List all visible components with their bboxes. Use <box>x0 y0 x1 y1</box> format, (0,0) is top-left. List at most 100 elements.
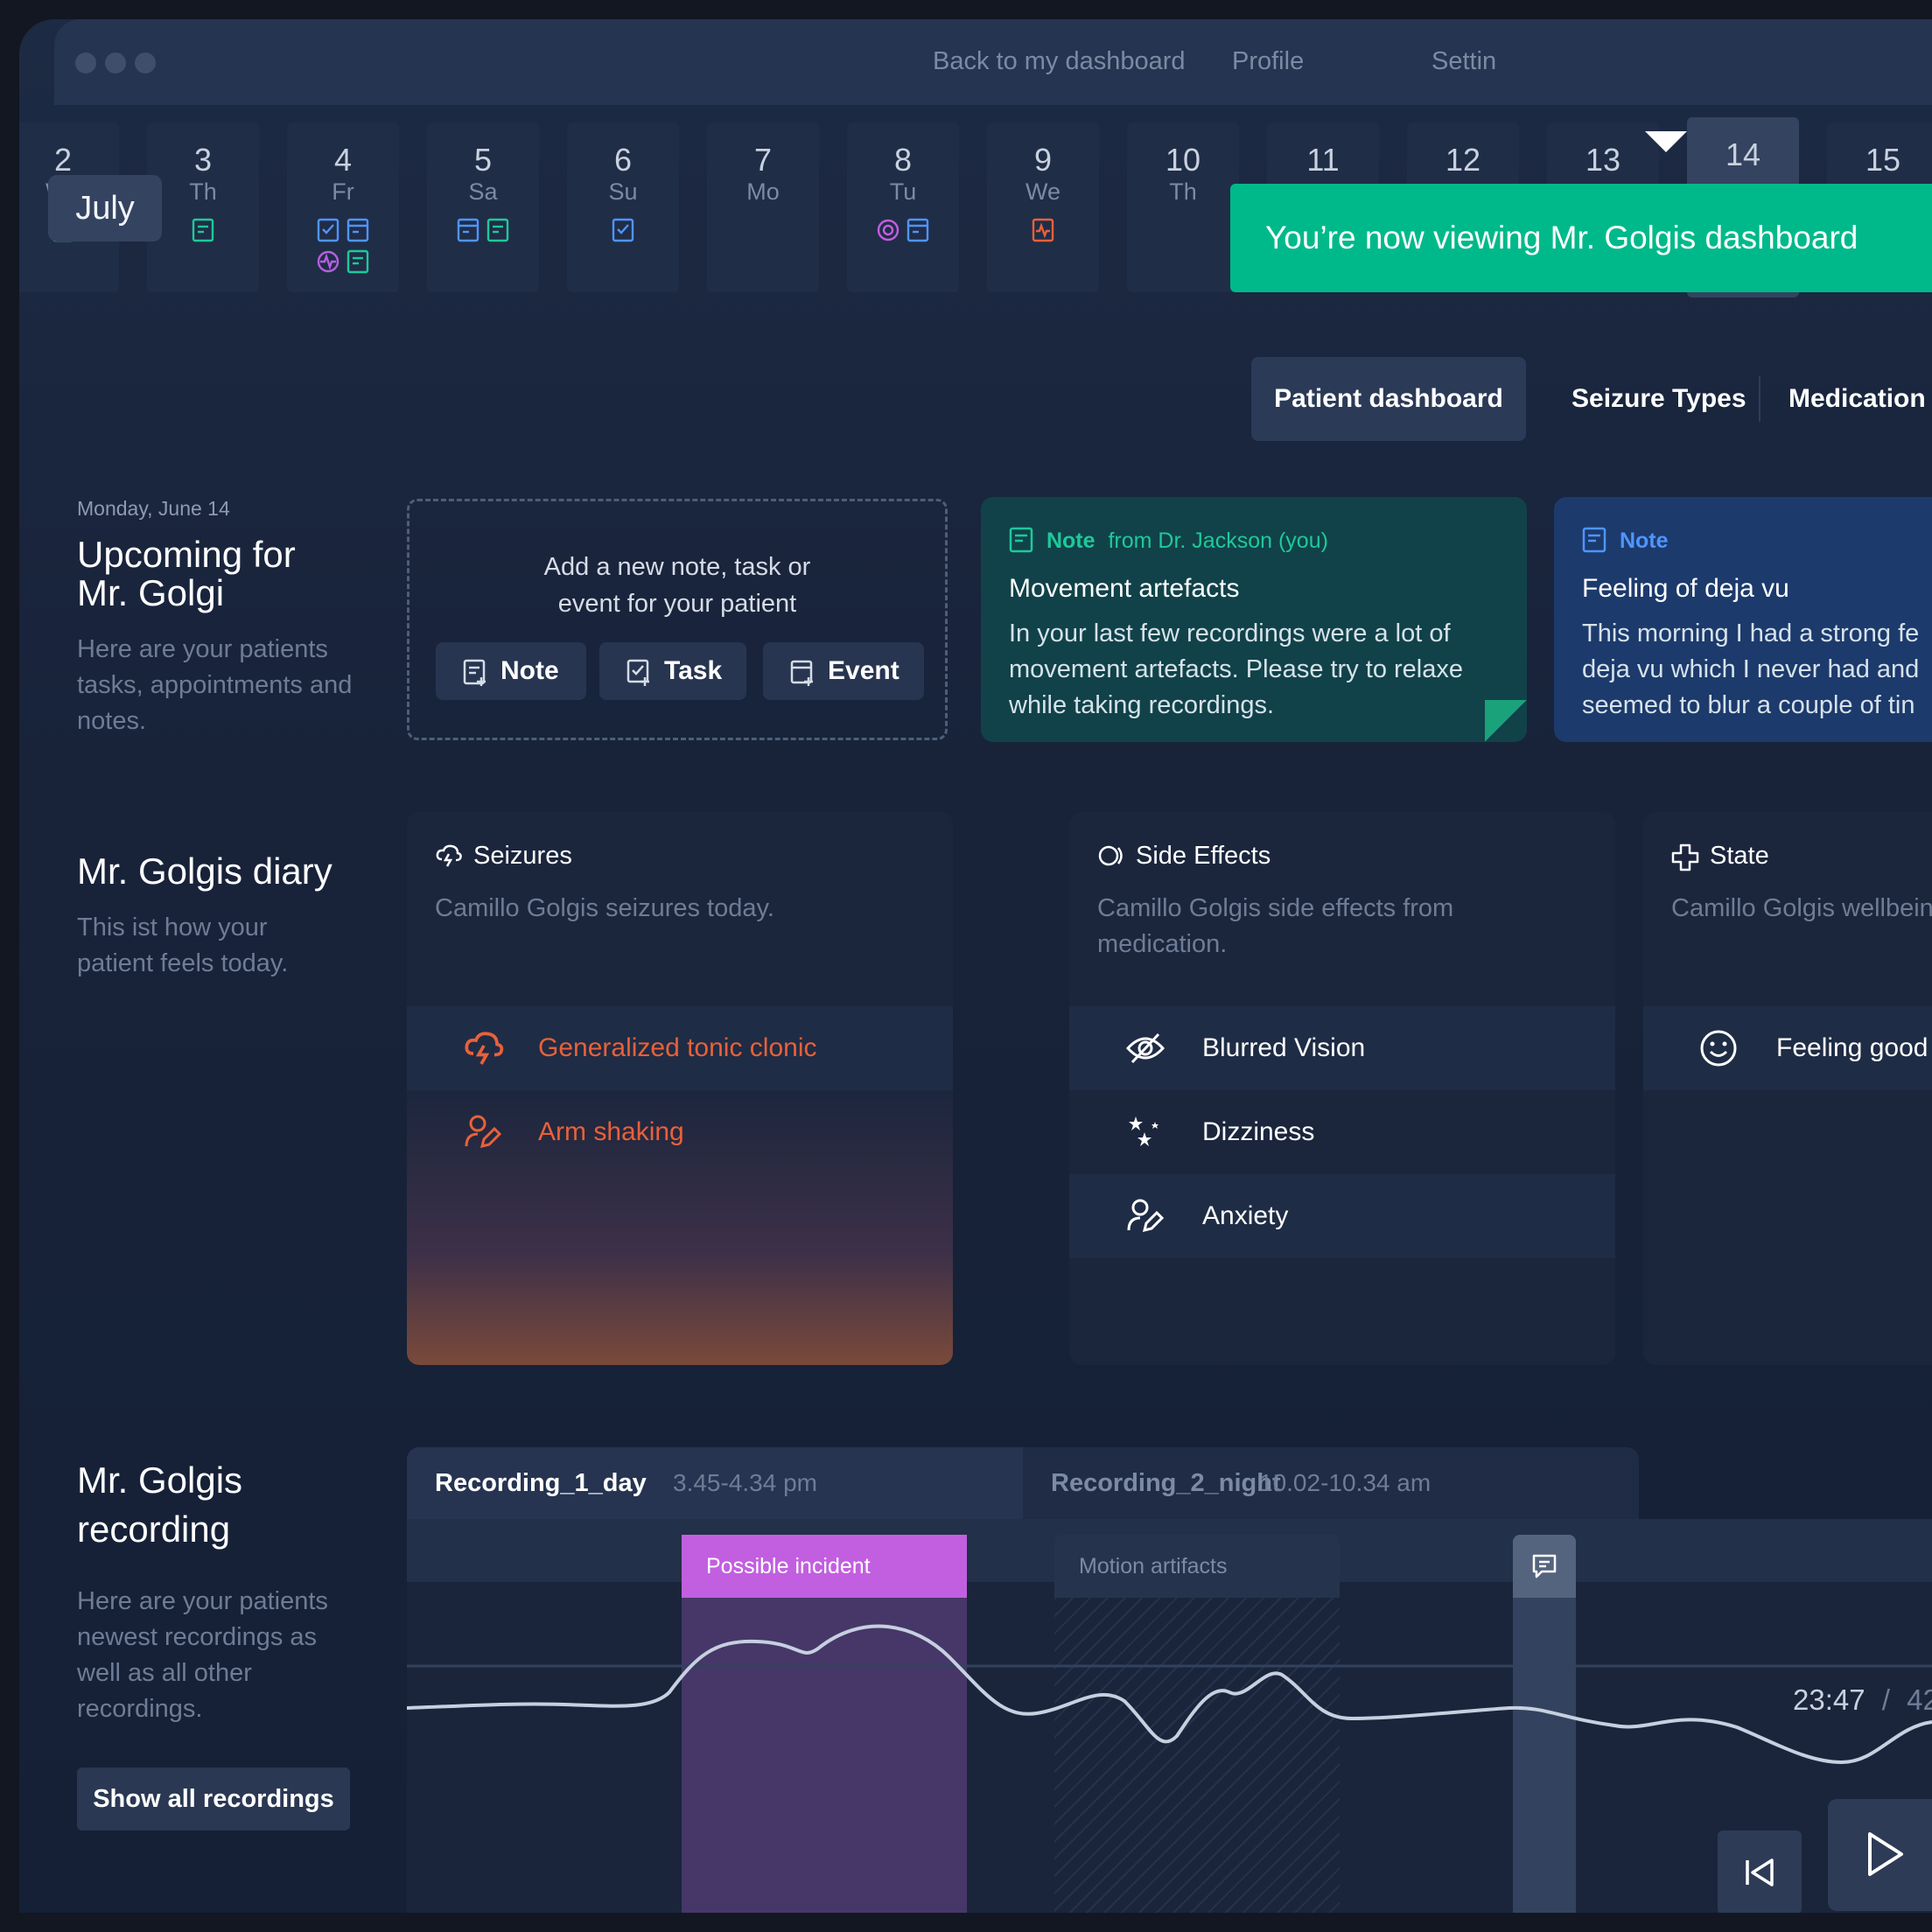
recording-time: 10.02-10.34 am <box>1259 1469 1432 1496</box>
task-icon <box>612 218 634 242</box>
person-edit-icon <box>465 1115 501 1149</box>
event-icon <box>457 218 480 242</box>
side-effects-subtitle: Camillo Golgis side effects from medicat… <box>1097 894 1454 958</box>
day-icons <box>847 217 959 248</box>
calendar-day[interactable]: 5 Sa <box>427 122 539 292</box>
day-number: 3 <box>193 142 213 178</box>
recording-title: Mr. Golgis recording <box>77 1460 243 1550</box>
calendar-day[interactable]: 10 Th <box>1127 122 1239 292</box>
profile-link[interactable]: Profile <box>1232 47 1304 76</box>
window-dot-icon[interactable] <box>105 52 126 74</box>
day-number: 5 <box>473 142 493 178</box>
tab-recording-1[interactable]: Recording_1_day 3.45-4.34 pm <box>407 1447 1023 1519</box>
total-time: 42:3 <box>1907 1684 1932 1716</box>
day-number: 9 <box>1033 142 1053 178</box>
day-icons <box>147 217 259 248</box>
event-icon <box>346 218 369 242</box>
day-number: 12 <box>1445 142 1481 178</box>
settings-link[interactable]: Settin <box>1432 47 1496 76</box>
list-item[interactable]: Arm shaking <box>407 1090 953 1174</box>
upcoming-date: Monday, June 14 <box>77 497 230 520</box>
recording-name: Recording_2_night <box>1051 1469 1281 1497</box>
list-item[interactable]: Blurred Vision <box>1069 1006 1615 1090</box>
day-weekday: We <box>1025 178 1060 205</box>
day-number: 10 <box>1165 142 1201 178</box>
side-effect-label: Anxiety <box>1202 1201 1289 1230</box>
day-icons <box>567 217 679 248</box>
calendar-day[interactable]: 3 Th <box>147 122 259 292</box>
event-icon <box>906 218 929 242</box>
state-subtitle: Camillo Golgis wellbeing important facto… <box>1671 894 1932 922</box>
seizure-label: Arm shaking <box>538 1117 684 1146</box>
note-icon <box>192 218 214 242</box>
calendar-day[interactable]: 6 Su <box>567 122 679 292</box>
play-button[interactable] <box>1828 1799 1932 1911</box>
note-plus-icon <box>463 659 486 686</box>
seizures-card[interactable]: Seizures Camillo Golgis seizures today. … <box>407 812 953 1365</box>
day-number: 15 <box>1865 142 1901 178</box>
comment-icon <box>1532 1554 1557 1578</box>
event-plus-icon <box>790 660 813 686</box>
day-weekday: Fr <box>332 178 354 205</box>
day-number: 13 <box>1585 142 1621 178</box>
side-effects-card[interactable]: Side Effects Camillo Golgis side effects… <box>1069 812 1615 1365</box>
day-number: 8 <box>893 142 913 178</box>
day-number: 6 <box>613 142 633 178</box>
day-number: 2 <box>53 142 73 178</box>
upcoming-subtitle: Here are your patients tasks, appointmen… <box>77 635 353 735</box>
note-body: This morning I had a strong fe deja vu w… <box>1582 620 1920 719</box>
calendar-day[interactable]: 4 Fr <box>287 122 399 292</box>
list-item[interactable]: Generalized tonic clonic <box>407 1006 953 1090</box>
day-number: 7 <box>753 142 773 178</box>
show-all-recordings-button[interactable]: Show all recordings <box>77 1768 350 1830</box>
note-body: In your last few recordings were a lot o… <box>1009 620 1463 719</box>
note-header: Note from Dr. Jackson (you) <box>1009 527 1328 554</box>
add-task-button[interactable]: Task <box>599 642 746 700</box>
calendar-day[interactable]: 8 Tu <box>847 122 959 292</box>
add-event-button[interactable]: Event <box>763 642 924 700</box>
smiley-icon <box>1700 1030 1737 1067</box>
day-number: 11 <box>1306 142 1340 178</box>
list-item[interactable]: Anxiety <box>1069 1174 1615 1258</box>
calendar-day[interactable]: 7 Mo <box>707 122 819 292</box>
note-icon <box>486 218 509 242</box>
tab-medication[interactable]: Medication <box>1788 357 1926 441</box>
task-icon <box>317 218 340 242</box>
note-title: Movement artefacts <box>1009 574 1240 603</box>
calendar-day[interactable]: 9 We <box>987 122 1099 292</box>
seizure-icon <box>877 219 900 242</box>
state-card[interactable]: State Camillo Golgis wellbeing important… <box>1643 812 1932 1365</box>
list-item[interactable]: Feeling good <box>1643 1006 1932 1090</box>
add-note-button[interactable]: Note <box>436 642 586 700</box>
eeg-waveform <box>407 1624 1932 1765</box>
note-icon <box>346 249 369 274</box>
recording-player: Recording_1_day 3.45-4.34 pm Recording_2… <box>407 1447 1932 1913</box>
window-dot-icon[interactable] <box>75 52 96 74</box>
pill-icon <box>1098 845 1123 866</box>
storm-cloud-icon <box>465 1032 504 1065</box>
list-item[interactable]: Dizziness <box>1069 1090 1615 1174</box>
month-selector[interactable]: July <box>48 175 162 242</box>
tab-seizure-types[interactable]: Seizure Types <box>1572 357 1746 441</box>
note-card[interactable]: Note Feeling of deja vu This morning I h… <box>1554 497 1932 742</box>
skip-back-icon <box>1746 1858 1774 1886</box>
tab-patient-dashboard[interactable]: Patient dashboard <box>1251 357 1526 441</box>
day-number: 4 <box>333 142 353 178</box>
window-dot-icon[interactable] <box>135 52 156 74</box>
note-icon <box>1009 527 1033 553</box>
app-window: Back to my dashboard Profile Settin 2 We 3… <box>19 19 1932 1913</box>
current-time: 23:47 <box>1793 1684 1866 1716</box>
storm-cloud-icon <box>436 844 462 867</box>
recording-subtitle: Here are your patients newest recordings… <box>77 1587 328 1723</box>
tab-recording-2[interactable]: Recording_2_night 10.02-10.34 am <box>1023 1447 1639 1519</box>
note-title: Feeling of deja vu <box>1582 574 1789 603</box>
note-card[interactable]: Note from Dr. Jackson (you) Movement art… <box>981 497 1527 742</box>
back-to-dashboard-link[interactable]: Back to my dashboard <box>933 47 1186 76</box>
day-weekday: Su <box>608 178 638 205</box>
state-title: State <box>1710 842 1769 870</box>
selected-day-marker-icon <box>1645 131 1687 152</box>
skip-back-button[interactable] <box>1718 1830 1802 1913</box>
note-type: Note <box>1046 528 1096 553</box>
add-event-label: Event <box>828 656 900 685</box>
day-weekday: Tu <box>889 178 917 205</box>
